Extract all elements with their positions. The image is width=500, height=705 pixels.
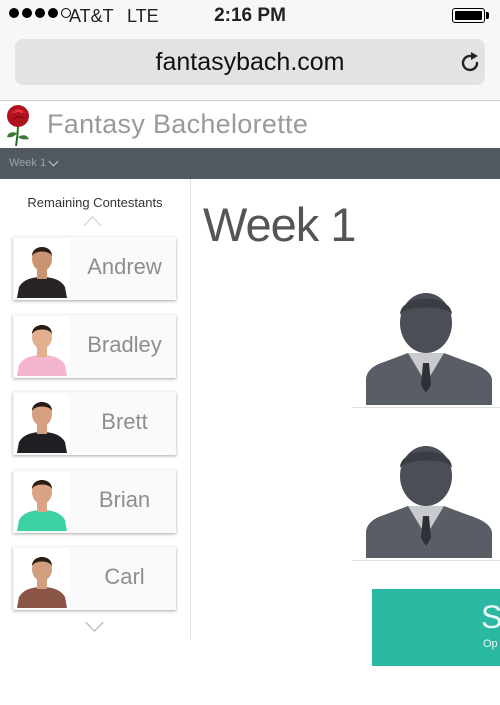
contestant-card-bradley[interactable]: Bradley bbox=[13, 315, 176, 378]
clock: 2:16 PM bbox=[214, 5, 286, 26]
address-bar[interactable]: fantasybach.com bbox=[15, 39, 485, 85]
app-header: Fantasy Bachelorette bbox=[0, 101, 500, 148]
scroll-up-arrow-icon[interactable] bbox=[83, 216, 102, 235]
contestant-name: Carl bbox=[104, 564, 145, 589]
sidebar-title: Remaining Contestants bbox=[27, 195, 163, 210]
empty-pick-slot[interactable] bbox=[352, 285, 500, 408]
rose-logo-icon bbox=[7, 105, 29, 147]
contestant-photo bbox=[15, 239, 69, 298]
week-nav-bar: Week 1 bbox=[0, 148, 500, 179]
contestant-photo bbox=[15, 317, 69, 376]
contestant-card-carl[interactable]: Carl bbox=[13, 547, 176, 610]
browser-toolbar: fantasybach.com bbox=[0, 34, 500, 101]
week-selector-label: Week 1 bbox=[9, 157, 47, 169]
contestant-name: Brett bbox=[101, 409, 148, 434]
contestant-card-andrew[interactable]: Andrew bbox=[13, 237, 176, 300]
week-heading: Week 1 bbox=[203, 198, 356, 251]
contestant-card-brian[interactable]: Brian bbox=[13, 470, 176, 533]
person-silhouette-icon bbox=[366, 293, 492, 405]
scroll-down-arrow-icon[interactable] bbox=[85, 613, 104, 632]
battery-icon bbox=[452, 8, 485, 23]
chevron-down-icon bbox=[48, 156, 59, 167]
week-selector-dropdown[interactable]: Week 1 bbox=[9, 156, 59, 169]
contestant-name: Bradley bbox=[87, 332, 162, 357]
reload-icon[interactable] bbox=[458, 51, 482, 75]
contestant-card-brett[interactable]: Brett bbox=[13, 392, 176, 455]
contestant-photo bbox=[15, 472, 69, 531]
status-bar: AT&T LTE 2:16 PM bbox=[0, 0, 500, 34]
person-silhouette-icon bbox=[366, 446, 492, 558]
action-tile-title: S bbox=[481, 599, 500, 635]
contestants-sidebar: Remaining Contestants Andrew Bradley Bre… bbox=[0, 179, 191, 639]
contestant-photo bbox=[15, 549, 69, 608]
empty-pick-slot[interactable] bbox=[352, 438, 500, 561]
url-text: fantasybach.com bbox=[155, 48, 345, 76]
action-tile[interactable]: S Op bbox=[372, 589, 500, 666]
action-tile-subtitle: Op bbox=[483, 638, 498, 650]
battery-tip bbox=[486, 12, 489, 19]
app-title: Fantasy Bachelorette bbox=[47, 109, 309, 139]
contestant-photo bbox=[15, 394, 69, 453]
contestant-name: Andrew bbox=[87, 254, 162, 279]
contestant-name: Brian bbox=[98, 487, 151, 512]
